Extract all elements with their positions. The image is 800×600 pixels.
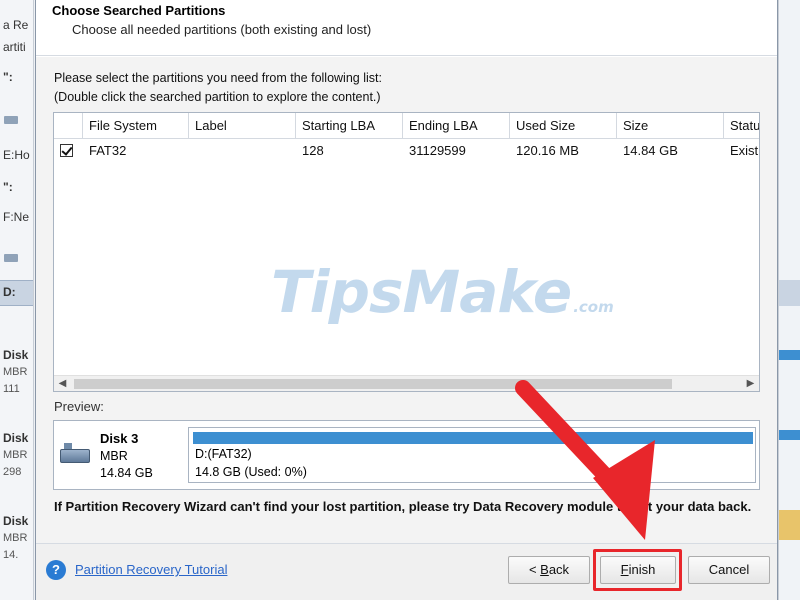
bg-text: ": bbox=[3, 70, 13, 84]
partition-recovery-tutorial-link[interactable]: Partition Recovery Tutorial bbox=[75, 562, 227, 577]
finish-button[interactable]: Finish bbox=[600, 556, 676, 584]
bg-stripe bbox=[779, 280, 800, 306]
bg-text: Disk bbox=[3, 348, 29, 362]
bg-disk-icon bbox=[4, 254, 18, 262]
cell-label bbox=[189, 139, 296, 163]
bg-text: Disk bbox=[3, 514, 29, 528]
cell-ending-lba: 31129599 bbox=[409, 143, 466, 158]
preview-disk-type: MBR bbox=[100, 449, 128, 463]
cancel-button[interactable]: Cancel bbox=[688, 556, 770, 584]
column-header-file-system[interactable]: File System bbox=[83, 113, 189, 139]
bg-disk-icon bbox=[4, 116, 18, 124]
bg-stripe bbox=[779, 510, 800, 540]
scroll-right-arrow-icon[interactable]: ▶ bbox=[742, 376, 759, 391]
preview-partition-name: D:(FAT32) bbox=[195, 447, 252, 461]
bg-stripe bbox=[779, 430, 800, 440]
dialog-title: Choose Searched Partitions bbox=[52, 3, 226, 18]
column-header-size[interactable]: Size bbox=[617, 113, 724, 139]
column-header-checkbox[interactable] bbox=[54, 113, 83, 139]
bg-stripe bbox=[779, 350, 800, 360]
grid-header: File System Label Starting LBA Ending LB… bbox=[54, 113, 759, 139]
watermark-domain: .com bbox=[573, 298, 614, 316]
tipsmake-watermark-logo: TipsMake .com bbox=[271, 258, 614, 326]
bg-text: MBR bbox=[3, 366, 28, 378]
column-header-label[interactable]: Label bbox=[189, 113, 296, 139]
hard-disk-icon bbox=[60, 443, 92, 467]
preview-disk-size: 14.84 GB bbox=[100, 466, 153, 480]
cell-size: 14.84 GB bbox=[623, 143, 678, 158]
row-checkbox-cell[interactable] bbox=[54, 139, 83, 163]
dialog-footer: ? Partition Recovery Tutorial < Back Fin… bbox=[36, 543, 777, 600]
table-row[interactable]: FAT32 128 31129599 120.16 MB 14.84 GB Ex… bbox=[54, 139, 759, 163]
bg-text: Disk bbox=[3, 431, 29, 445]
bg-text: 298 bbox=[3, 466, 22, 478]
bg-text: a Re bbox=[3, 18, 29, 32]
dialog-header: Choose Searched Partitions Choose all ne… bbox=[36, 0, 777, 56]
background-right-panel bbox=[778, 0, 800, 600]
bg-text: MBR bbox=[3, 449, 28, 461]
bg-text: ": bbox=[3, 180, 13, 194]
cell-status: Exist bbox=[730, 143, 759, 158]
column-header-ending-lba[interactable]: Ending LBA bbox=[403, 113, 510, 139]
bg-text: F:Ne bbox=[3, 210, 30, 224]
red-pointer-arrow-icon bbox=[515, 380, 655, 540]
preview-label: Preview: bbox=[54, 399, 104, 414]
bg-text: MBR bbox=[3, 532, 28, 544]
preview-disk-name: Disk 3 bbox=[100, 431, 139, 446]
cell-used-size: 120.16 MB bbox=[516, 143, 579, 158]
cell-file-system: FAT32 bbox=[89, 143, 127, 158]
column-header-starting-lba[interactable]: Starting LBA bbox=[296, 113, 403, 139]
bg-text: artiti bbox=[3, 40, 26, 54]
row-checkbox[interactable] bbox=[60, 144, 73, 157]
partition-grid[interactable]: File System Label Starting LBA Ending LB… bbox=[53, 112, 760, 392]
bg-text: D: bbox=[3, 285, 16, 299]
bg-text: 111 bbox=[3, 383, 20, 395]
help-icon[interactable]: ? bbox=[46, 560, 66, 580]
instruction-line-1: Please select the partitions you need fr… bbox=[54, 71, 382, 85]
preview-partition-usage: 14.8 GB (Used: 0%) bbox=[195, 465, 307, 479]
cell-starting-lba: 128 bbox=[302, 143, 324, 158]
bg-text: E:Ho bbox=[3, 148, 30, 162]
background-left-panel: a Re artiti ": E:Ho ": F:Ne D: Disk MBR … bbox=[0, 0, 34, 600]
column-header-used-size[interactable]: Used Size bbox=[510, 113, 617, 139]
bg-text: 14. bbox=[3, 549, 19, 561]
dialog-subtitle: Choose all needed partitions (both exist… bbox=[72, 22, 372, 37]
back-button[interactable]: < Back bbox=[508, 556, 590, 584]
watermark-text: TipsMake bbox=[271, 258, 572, 326]
instruction-line-2: (Double click the searched partition to … bbox=[54, 90, 381, 104]
column-header-status[interactable]: Statu bbox=[724, 113, 759, 139]
scroll-left-arrow-icon[interactable]: ◀ bbox=[54, 376, 71, 391]
